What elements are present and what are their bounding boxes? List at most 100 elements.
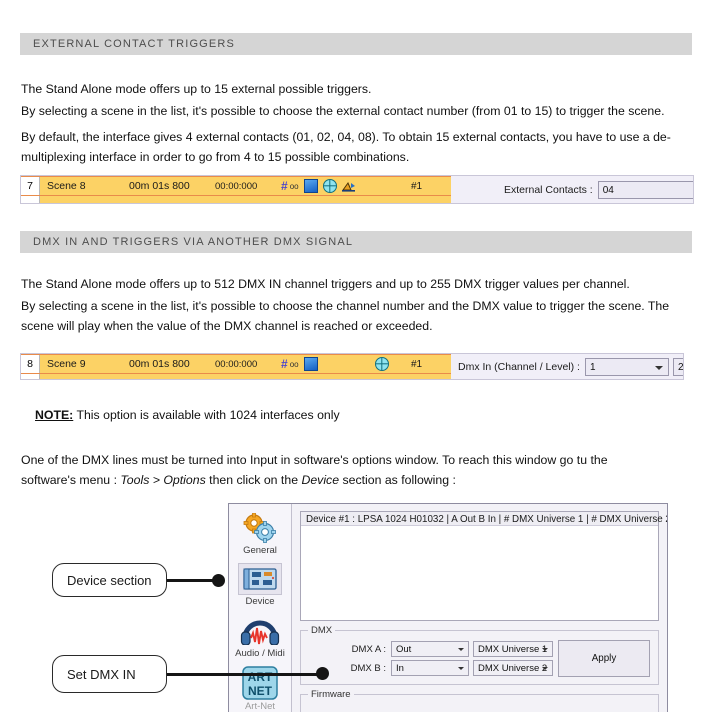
dmx-b-universe-value: DMX Universe 2 [478,662,548,674]
callout-device-leader-dot [212,574,225,587]
callout-dmx-leader-dot [316,667,329,680]
dmx-a-mode-select[interactable]: Out [391,641,469,657]
callout-device-section: Device section [52,563,167,597]
paragraph-external-3-line1: By default, the interface gives 4 extern… [21,130,671,144]
screenshot-capture-dmx-in: 8 Scene 9 00m 01s 800 00:00:000 # oo #1 … [20,353,684,380]
note-line: NOTE: This option is available with 1024… [35,405,707,425]
scene-row-index-partial [21,374,40,379]
hash-icon: # [281,179,288,193]
dmx-b-mode-select[interactable]: In [391,660,469,676]
paragraph-external-1: The Stand Alone mode offers up to 15 ext… [21,82,372,96]
table-row[interactable]: 8 Scene 9 00m 01s 800 00:00:000 # oo #1 [21,354,451,374]
screenshot-capture-external-contacts: 7 Scene 8 00m 01s 800 00:00:000 # oo #1 … [20,175,694,204]
dmx-in-globe-icon [375,357,389,371]
external-contacts-label: External Contacts : [504,184,593,196]
gears-icon [243,513,276,543]
callout-set-dmx-in: Set DMX IN [52,655,167,693]
gears-icon-wrap [238,512,282,544]
scene-row-loop-marks: oo [289,181,299,191]
dmx-in-channel-select[interactable]: 1 [584,358,669,376]
section-header-external-contact-label: EXTERNAL CONTACT TRIGGERS [33,38,235,50]
sidebar-item-device-label: Device [245,596,275,607]
scene-row-index: 8 [21,355,40,373]
artnet-icon-wrap: ART NET [238,666,282,700]
device-list[interactable]: Device #1 : LPSA 1024 H01032 | A Out B I… [300,511,667,621]
dmx-group-body: DMX A : Out DMX Universe 1 DMX B : In DM… [308,640,651,677]
sidebar-item-general[interactable]: General [229,508,291,556]
external-contacts-value: 04 [602,184,614,196]
dmx-in-level-value: 225 [677,361,684,373]
scene-row-time: 00:00:000 [215,180,258,192]
scene-list-external: 7 Scene 8 00m 01s 800 00:00:000 # oo #1 [21,176,451,203]
paragraph-dmxin-2-line1: By selecting a scene in the list, it's p… [21,299,670,313]
hash-icon: # [281,357,288,371]
device-board-icon [243,568,277,590]
dmx-a-universe-value: DMX Universe 1 [478,643,548,655]
scene-row-trigger-number: #1 [411,358,423,370]
device-board-icon-wrap [238,563,282,595]
external-contacts-select[interactable]: 04 [597,181,693,199]
scene-row-trigger-number: #1 [411,180,423,192]
dmx-in-channel-value: 1 [589,361,596,373]
sidebar-item-artnet-label: Art-Net [244,701,276,712]
sidebar-item-device[interactable]: Device [229,559,291,607]
firmware-group-title: Firmware [308,689,354,700]
scene-row-name: Scene 9 [47,358,86,370]
table-row-partial[interactable] [21,196,451,203]
dmx-in-level-select[interactable]: 225 [672,358,684,376]
paragraph-intro-line2-suffix: section as following : [339,473,456,487]
callout-device-section-label: Device section [67,572,152,588]
apply-button[interactable]: Apply [558,640,650,677]
note-label: NOTE: [35,408,74,422]
scene-row-duration: 00m 01s 800 [129,358,190,370]
scene-row-index-partial [21,196,40,203]
firmware-group: Firmware [300,689,659,712]
chevron-down-icon [458,666,464,670]
sidebar-item-audio-midi[interactable]: Audio / Midi [229,611,291,659]
scene-row-duration: 00m 01s 800 [129,180,190,192]
dmx-b-universe-select[interactable]: DMX Universe 2 [473,660,553,676]
section-header-external-contact: EXTERNAL CONTACT TRIGGERS [20,33,692,55]
sidebar-item-general-label: General [243,545,277,556]
device-list-entry[interactable]: Device #1 : LPSA 1024 H01032 | A Out B I… [301,512,667,526]
callout-dmx-leader-line [167,673,322,676]
menu-path-device: Device [301,473,340,487]
sidebar-item-artnet[interactable]: ART NET Art-Net [229,662,291,712]
callout-set-dmx-in-label: Set DMX IN [67,666,136,682]
dmx-a-mode-value: Out [396,643,412,655]
scene-row-icons: # oo [281,357,411,371]
paragraph-external-2: By selecting a scene in the list, it's p… [21,104,665,118]
section-header-dmx-in-label: DMX IN AND TRIGGERS VIA ANOTHER DMX SIGN… [33,236,354,248]
dmx-b-row: DMX B : In DMX Universe 2 [308,660,553,676]
svg-text:NET: NET [248,684,273,698]
scene-list-dmxin: 8 Scene 9 00m 01s 800 00:00:000 # oo #1 [21,354,451,379]
paragraph-intro: One of the DMX lines must be turned into… [21,450,693,490]
scene-row-loop-marks: oo [289,359,299,369]
table-row[interactable]: 7 Scene 8 00m 01s 800 00:00:000 # oo #1 [21,176,451,196]
paragraph-intro-line2-mid: then click on the [205,473,302,487]
chevron-down-icon [654,365,663,370]
paragraph-intro-line2-prefix: software's menu : [21,473,121,487]
globe-icon [322,179,337,193]
sidebar-item-audio-midi-label: Audio / Midi [235,648,285,659]
blue-square-icon [303,357,318,371]
dmx-group-title: DMX [308,625,336,636]
table-row-partial[interactable] [21,374,451,379]
scene-row-index: 7 [21,177,40,195]
blue-square-icon [303,179,318,193]
paragraph-dmxin-2-line2: scene will play when the value of the DM… [21,319,433,333]
scene-row-name: Scene 8 [47,180,86,192]
dmx-a-label: DMX A : [351,643,386,655]
options-dialog-screenshot: General Device Audio / Midi ART NET Art-… [228,503,668,712]
dmx-b-mode-value: In [396,662,404,674]
dmx-fields: DMX A : Out DMX Universe 1 DMX B : In DM… [308,641,553,676]
callout-device-leader-line [167,579,217,582]
note-text: This option is available with 1024 inter… [73,408,340,422]
dmx-a-universe-select[interactable]: DMX Universe 1 [473,641,553,657]
scene-row-icons: # oo [281,179,411,193]
dmx-in-control: Dmx In (Channel / Level) : 1 225 [458,358,684,376]
paragraph-external-3-line2: multiplexing interface in order to go fr… [21,150,410,164]
audio-trigger-icon [341,181,356,192]
section-header-dmx-in: DMX IN AND TRIGGERS VIA ANOTHER DMX SIGN… [20,231,692,253]
dmx-group: DMX DMX A : Out DMX Universe 1 DMX B: I… [300,625,659,685]
